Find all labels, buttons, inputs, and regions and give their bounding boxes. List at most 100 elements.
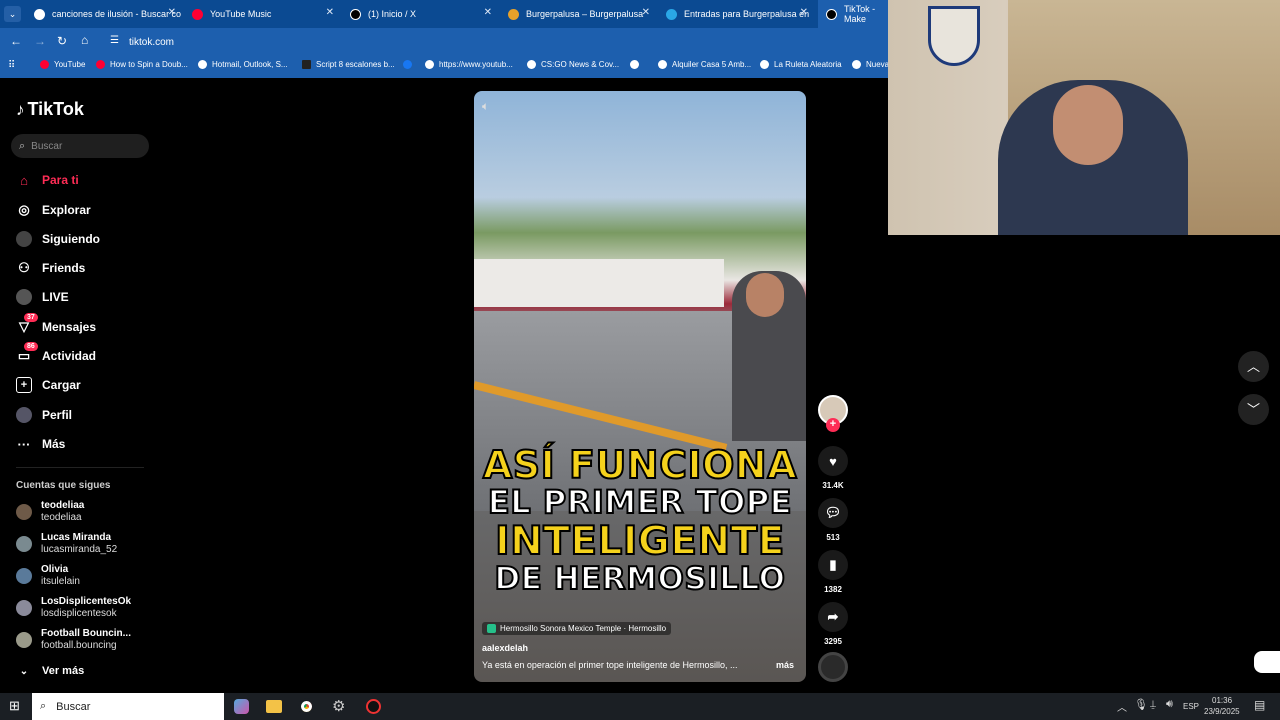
tab-5[interactable]: Entradas para Burgerpalusa en ✕ — [658, 0, 816, 28]
bookmark[interactable]: YouTube — [40, 60, 85, 69]
google-icon — [34, 8, 45, 20]
bookmark-icon: ▮ — [818, 550, 848, 580]
nav-para-ti[interactable]: ⌂ Para ti — [16, 172, 79, 188]
bookmark[interactable] — [630, 60, 644, 69]
video-player[interactable]: 🔈︎ ASÍ FUNCIONA EL PRIMER TOPE INTELIGEN… — [474, 91, 806, 682]
ticket-icon — [666, 8, 677, 20]
caption-line-1: ASÍ FUNCIONA — [482, 442, 798, 488]
network-icon[interactable]: ⍊ — [1150, 699, 1156, 710]
comment-icon: 💬︎ — [818, 498, 848, 528]
url-field[interactable]: tiktok.com — [129, 37, 174, 48]
video-author[interactable]: aalexdelah — [482, 643, 528, 653]
account-item[interactable]: Football Bouncin... football.bouncing — [16, 628, 131, 652]
account-item[interactable]: teodeliaa teodeliaa — [16, 500, 84, 524]
close-icon[interactable]: ✕ — [326, 7, 334, 18]
nav-friends[interactable]: ⚇ Friends — [16, 260, 85, 276]
nav-siguiendo[interactable]: Siguiendo — [16, 231, 100, 247]
volume-icon[interactable]: 🔊︎ — [1166, 698, 1173, 711]
youtube-music-icon — [192, 8, 203, 20]
compass-icon: ◎ — [18, 202, 30, 217]
bookmark[interactable] — [403, 60, 417, 69]
back-icon[interactable]: ← — [10, 34, 22, 48]
share-button[interactable]: ➦ 3295 — [818, 602, 848, 646]
bookmark[interactable]: Hotmail, Outlook, S... — [198, 60, 288, 69]
like-button[interactable]: ♥ 31.4K — [818, 446, 848, 490]
microphone-icon[interactable]: 🎙︎ — [1134, 698, 1148, 711]
clock-date[interactable]: 23/9/2025 — [1204, 707, 1240, 716]
comment-button[interactable]: 💬︎ 513 — [818, 498, 848, 542]
previous-video-button[interactable]: ︿ — [1238, 351, 1269, 382]
messages-icon: ▽ 37 — [16, 313, 38, 335]
globe-icon — [198, 60, 207, 69]
bookmark[interactable]: CS:GO News & Cov... — [527, 60, 619, 69]
nav-explorar[interactable]: ◎ Explorar — [16, 202, 90, 218]
close-icon[interactable]: ✕ — [642, 7, 650, 18]
bookmark[interactable]: Alquiler Casa 5 Amb... — [658, 60, 751, 69]
notifications-icon[interactable]: ▤ — [1254, 698, 1265, 712]
tab-6[interactable]: TikTok - Make — [818, 0, 888, 28]
tab-1[interactable]: canciones de ilusión - Buscar co ✕ — [26, 0, 184, 28]
nav-actividad[interactable]: ▭ 86 Actividad — [16, 342, 96, 364]
clock-time[interactable]: 01:36 — [1212, 696, 1232, 705]
bookmark[interactable]: Nueva — [852, 60, 889, 69]
wall-image — [474, 259, 724, 307]
close-icon[interactable]: ✕ — [800, 7, 808, 18]
nav-perfil[interactable]: Perfil — [16, 407, 72, 423]
youtube-icon — [40, 60, 49, 69]
video-description: Ya está en operación el primer tope inte… — [482, 660, 738, 670]
nav-cargar[interactable]: + Cargar — [16, 377, 81, 393]
share-icon: ➦ — [818, 602, 848, 632]
settings-icon[interactable]: ⚙ — [332, 697, 345, 715]
tab-2[interactable]: YouTube Music ✕ — [184, 0, 342, 28]
avatar — [16, 600, 32, 616]
tab-3[interactable]: (1) Inicio / X ✕ — [342, 0, 500, 28]
bookmark[interactable]: La Ruleta Aleatoria — [760, 60, 842, 69]
following-title: Cuentas que sigues — [16, 480, 111, 491]
account-item[interactable]: Lucas Miranda lucasmiranda_52 — [16, 532, 117, 556]
search-icon: ⌕ — [19, 139, 26, 152]
taskbar-search[interactable]: ⌕ Buscar — [32, 693, 224, 720]
messages-badge: 37 — [24, 313, 38, 322]
apps-icon[interactable]: ⠿ — [8, 60, 15, 71]
copilot-icon[interactable] — [234, 699, 249, 714]
next-video-button[interactable]: ﹀ — [1238, 394, 1269, 425]
language-indicator[interactable]: ESP — [1183, 702, 1199, 711]
bookmark[interactable]: https://www.youtub... — [425, 60, 513, 69]
creator-avatar-button[interactable]: + — [818, 395, 848, 432]
close-icon[interactable]: ✕ — [168, 7, 176, 18]
see-more-button[interactable]: ⌄ Ver más — [16, 663, 84, 679]
sound-disc-button[interactable] — [818, 652, 848, 682]
floating-app-icon[interactable] — [1254, 651, 1280, 673]
site-info-icon[interactable]: ☰ — [110, 35, 119, 46]
club-crest-image — [928, 6, 980, 66]
chrome-icon[interactable] — [298, 698, 315, 715]
nav-mensajes[interactable]: ▽ 37 Mensajes — [16, 313, 96, 335]
recording-app-icon[interactable] — [366, 699, 381, 714]
bookmark[interactable]: Script 8 escalones b... — [302, 60, 395, 69]
tray-chevron-icon[interactable]: ︿ — [1117, 699, 1127, 714]
account-item[interactable]: Olivia itsulelain — [16, 564, 80, 588]
tiktok-logo[interactable]: ♪ TikTok — [16, 99, 84, 120]
reload-icon[interactable]: ↻ — [57, 34, 67, 48]
file-explorer-icon[interactable] — [266, 700, 282, 713]
search-input[interactable]: ⌕ Buscar — [11, 134, 149, 158]
globe-icon — [760, 60, 769, 69]
nav-live[interactable]: LIVE — [16, 289, 69, 305]
globe-icon — [630, 60, 639, 69]
mute-icon[interactable]: 🔈︎ — [482, 99, 489, 114]
nav-mas[interactable]: ··· Más — [16, 436, 66, 452]
bookmark[interactable]: How to Spin a Doub... — [96, 60, 188, 69]
more-link[interactable]: más — [776, 660, 794, 670]
tab-menu-button[interactable]: ⌄ — [4, 6, 21, 22]
account-item[interactable]: LosDisplicentesOk losdisplicentesok — [16, 596, 131, 620]
location-tag[interactable]: Hermosillo Sonora Mexico Temple · Hermos… — [482, 622, 672, 635]
home-icon[interactable]: ⌂ — [81, 33, 88, 47]
forward-icon[interactable]: → — [34, 34, 46, 48]
avatar — [16, 504, 32, 520]
tab-4[interactable]: Burgerpalusa – Burgerpalusa ✕ — [500, 0, 658, 28]
friends-icon: ⚇ — [18, 260, 30, 275]
windows-start-icon[interactable]: ⊞ — [9, 698, 20, 714]
save-button[interactable]: ▮ 1382 — [818, 550, 848, 594]
follow-plus-icon[interactable]: + — [826, 418, 840, 432]
close-icon[interactable]: ✕ — [484, 7, 492, 18]
